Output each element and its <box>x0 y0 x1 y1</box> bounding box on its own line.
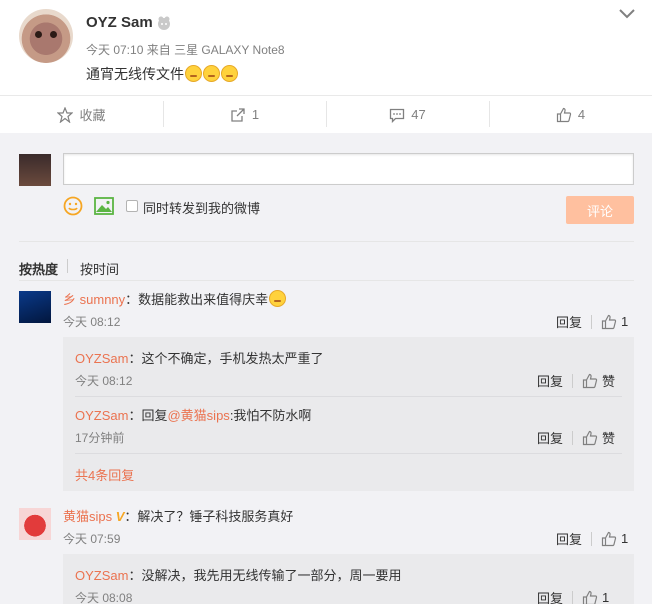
reply-button[interactable]: 回复 <box>556 529 582 548</box>
like-count: 4 <box>577 107 586 122</box>
thumbs-up-icon[interactable] <box>582 373 598 389</box>
comment-like-count: 1 <box>621 531 629 546</box>
reply-text-prefix: ：回复 <box>128 408 168 423</box>
comment-avatar[interactable] <box>19 508 51 540</box>
post-time[interactable]: 今天 07:10 <box>86 43 143 57</box>
favorite-button[interactable]: 收藏 <box>0 96 163 133</box>
thumbs-up-icon <box>556 107 572 122</box>
reply-button[interactable]: 回复 <box>556 312 582 331</box>
grin-emoji-icon <box>269 290 287 307</box>
reply-button[interactable]: 回复 <box>537 588 563 604</box>
reply-actions: 回复 1 <box>537 588 609 604</box>
comment-like-count: 1 <box>621 314 629 329</box>
reply-time: 今天 08:08 <box>75 591 133 604</box>
post-author-name[interactable]: OYZ Sam <box>86 14 153 31</box>
repost-button[interactable]: 1 <box>163 96 326 133</box>
divider <box>19 241 634 242</box>
thumbs-up-icon[interactable] <box>601 531 617 547</box>
comment-author-prefix[interactable]: 乡 <box>63 292 76 307</box>
image-upload-icon[interactable] <box>94 197 114 215</box>
reply-list: OYZSam：没解决，我先用无线传输了一部分，周一要用 今天 08:08 回复 … <box>63 554 634 604</box>
reply-line: OYZSam：这个不确定，手机发热太严重了 <box>75 348 323 367</box>
comment-icon <box>390 108 405 123</box>
sweat-emoji-icon <box>203 65 220 82</box>
divider <box>19 280 634 281</box>
current-user-avatar <box>19 154 51 186</box>
like-label[interactable]: 赞 <box>602 371 615 390</box>
mention-link[interactable]: @黄猫sips <box>167 408 229 423</box>
sort-separator <box>67 259 68 273</box>
reply-actions: 回复 赞 <box>537 371 615 390</box>
comment-actions: 回复 1 <box>556 312 628 331</box>
more-replies-link[interactable]: 共4条回复 <box>75 465 134 484</box>
comment-actions: 回复 1 <box>556 529 628 548</box>
post-author-avatar[interactable] <box>19 9 73 63</box>
forward-checkbox[interactable] <box>126 200 138 212</box>
reply-actions: 回复 赞 <box>537 428 615 447</box>
reply-text: :我怕不防水啊 <box>229 408 312 423</box>
reply-time: 今天 08:12 <box>75 374 133 388</box>
submit-comment-button[interactable]: 评论 <box>566 196 634 224</box>
post-source[interactable]: 三星 GALAXY Note8 <box>174 43 285 57</box>
post-source-prefix: 来自 <box>146 43 171 57</box>
star-icon <box>57 106 74 123</box>
grin-emoji-icon <box>185 65 202 82</box>
divider <box>75 453 622 454</box>
divider <box>75 396 622 397</box>
post-text: 通宵无线传文件 <box>86 64 238 84</box>
reply-button[interactable]: 回复 <box>537 428 563 447</box>
emoji-picker-icon[interactable] <box>63 196 83 216</box>
comment-count: 47 <box>411 107 426 122</box>
share-icon <box>231 107 245 122</box>
sort-by-hot-tab[interactable]: 按热度 <box>19 259 58 278</box>
post-meta: 今天 07:10 来自 三星 GALAXY Note8 <box>86 41 285 58</box>
reply-author[interactable]: OYZSam <box>75 408 128 423</box>
thumbs-up-icon[interactable] <box>582 590 598 604</box>
reply-text: ：没解决，我先用无线传输了一部分，周一要用 <box>128 568 402 583</box>
reply-author[interactable]: OYZSam <box>75 568 128 583</box>
member-icon[interactable] <box>156 15 172 31</box>
comment-input[interactable] <box>63 153 634 185</box>
repost-count: 1 <box>251 107 260 122</box>
comment-time: 今天 07:59 <box>63 532 121 546</box>
reply-like-count: 1 <box>602 590 610 604</box>
comment-text: ：解决了？锤子科技服务真好 <box>124 509 294 524</box>
reply-list: OYZSam：这个不确定，手机发热太严重了 今天 08:12 回复 赞 OYZS… <box>63 337 634 491</box>
reply-author[interactable]: OYZSam <box>75 351 128 366</box>
comment-author[interactable]: 黄猫sips <box>63 509 112 524</box>
reply-time: 17分钟前 <box>75 431 125 445</box>
action-bar: 收藏 1 47 4 <box>0 95 652 141</box>
favorite-label: 收藏 <box>79 108 106 123</box>
reply-text: ：这个不确定，手机发热太严重了 <box>128 351 324 366</box>
sort-by-time-tab[interactable]: 按时间 <box>80 259 119 278</box>
comment-avatar[interactable] <box>19 291 51 323</box>
like-button[interactable]: 4 <box>489 96 652 133</box>
comment-time: 今天 08:12 <box>63 315 121 329</box>
reply-button[interactable]: 回复 <box>537 371 563 390</box>
post-body: 通宵无线传文件 <box>86 66 184 82</box>
comment-line: 黄猫sips V：解决了？锤子科技服务真好 <box>63 506 293 525</box>
comment-button[interactable]: 47 <box>326 96 489 141</box>
thumbs-up-icon[interactable] <box>582 430 598 446</box>
reply-line: OYZSam：回复@黄猫sips:我怕不防水啊 <box>75 405 311 424</box>
comment-line: 乡 sumnny：数据能救出来值得庆幸 <box>63 289 287 308</box>
cry-emoji-icon <box>221 65 238 82</box>
reply-line: OYZSam：没解决，我先用无线传输了一部分，周一要用 <box>75 565 401 584</box>
comment-author[interactable]: sumnny <box>80 292 126 307</box>
thumbs-up-icon[interactable] <box>601 314 617 330</box>
like-label[interactable]: 赞 <box>602 428 615 447</box>
chevron-down-icon[interactable] <box>618 8 636 20</box>
forward-label[interactable]: 同时转发到我的微博 <box>143 198 260 217</box>
comment-text: ：数据能救出来值得庆幸 <box>125 292 269 307</box>
